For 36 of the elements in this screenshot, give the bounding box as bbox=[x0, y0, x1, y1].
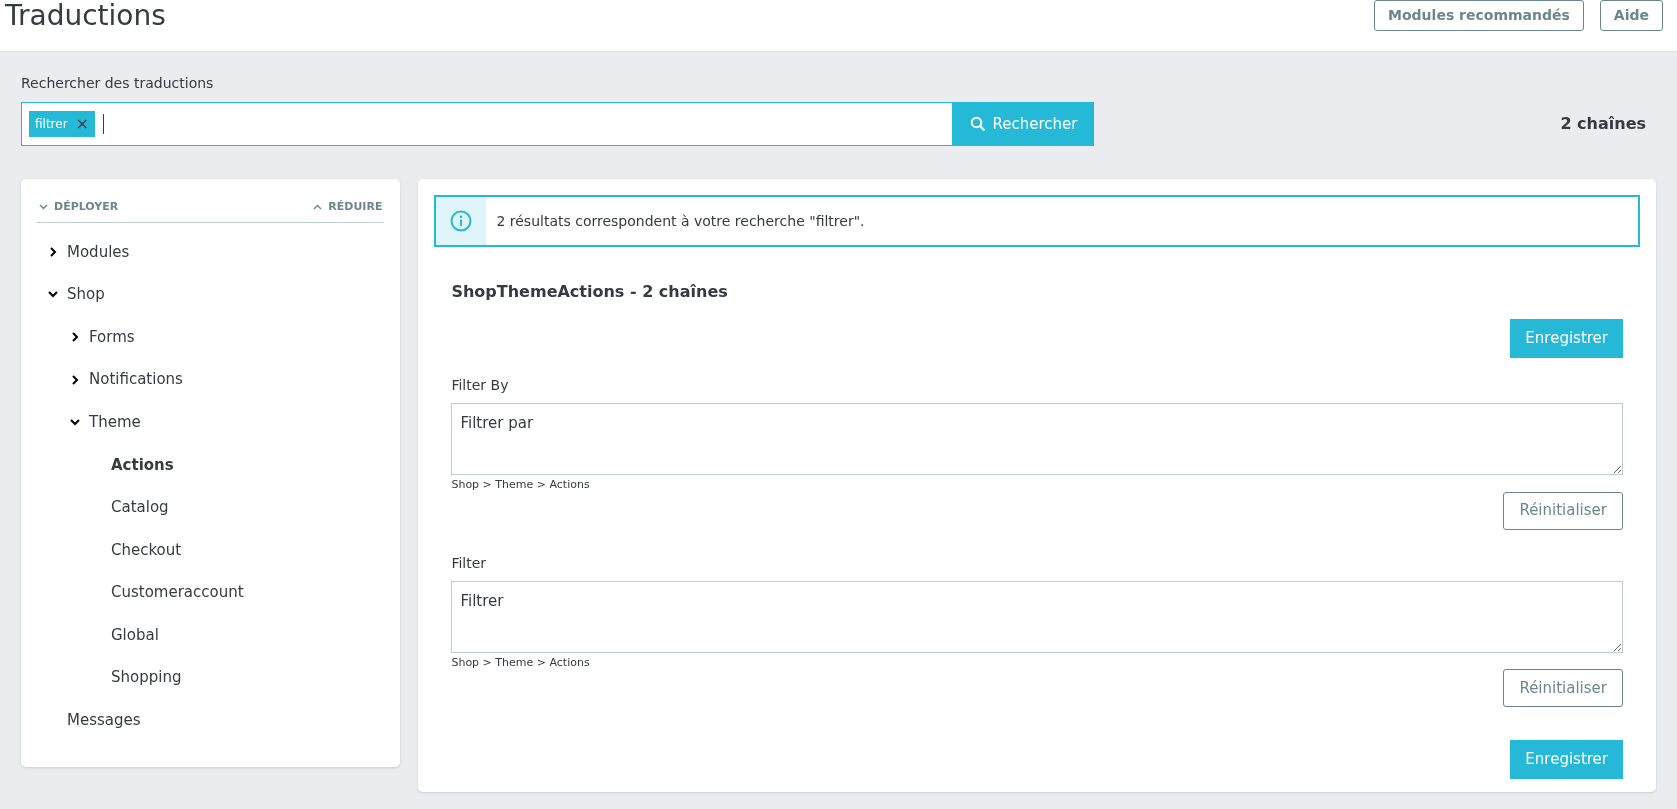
section-title: ShopThemeActions - 2 chaînes bbox=[451, 281, 729, 303]
tree-item[interactable]: Notifications bbox=[89, 368, 183, 391]
expand-all-button[interactable]: DÉPLOYER bbox=[39, 199, 119, 216]
tree-item[interactable]: Forms bbox=[89, 325, 135, 349]
translation-field[interactable]: Filtrer par bbox=[451, 403, 1623, 475]
chevron-up-icon bbox=[313, 204, 323, 211]
tag-remove-button[interactable]: × bbox=[75, 116, 89, 132]
tree-item[interactable]: Shop bbox=[67, 283, 105, 306]
search-icon bbox=[969, 116, 986, 132]
search-label: Rechercher des traductions bbox=[21, 74, 215, 93]
source-text: Filter bbox=[451, 553, 488, 573]
string-count: 2 chaînes bbox=[1560, 113, 1647, 135]
tree-item[interactable]: Actions bbox=[111, 453, 174, 476]
tree-item[interactable]: Checkout bbox=[111, 538, 182, 562]
tree-item[interactable]: Theme bbox=[89, 410, 141, 434]
tree-item[interactable]: Catalog bbox=[111, 496, 169, 519]
tree-item[interactable]: Shopping bbox=[111, 666, 182, 689]
page-title: Traductions bbox=[4, 0, 166, 32]
info-icon bbox=[450, 210, 473, 232]
tree-item[interactable]: Modules bbox=[67, 240, 130, 264]
source-text: Filter By bbox=[451, 376, 510, 395]
tree-item[interactable]: Global bbox=[111, 623, 159, 647]
header-button[interactable]: Modules recommandés bbox=[1374, 0, 1584, 31]
info-message: 2 résultats correspondent à votre recherche "filtrer". bbox=[495, 211, 865, 231]
tree-item[interactable]: Customeraccount bbox=[111, 581, 244, 604]
breadcrumb-path: Shop > Theme > Actions bbox=[451, 654, 591, 671]
reset-button[interactable]: Réinitialiser bbox=[1503, 669, 1623, 707]
chevron-down-icon bbox=[39, 204, 48, 211]
search-field[interactable]: filtrer × bbox=[21, 102, 953, 146]
tag-label: filtrer bbox=[35, 116, 68, 133]
breadcrumb-path: Shop > Theme > Actions bbox=[451, 477, 591, 493]
tree-item[interactable]: Messages bbox=[67, 709, 141, 732]
reset-button[interactable]: Réinitialiser bbox=[1503, 491, 1623, 530]
collapse-all-button[interactable]: RÉDUIRE bbox=[313, 199, 383, 216]
translation-field[interactable]: Filtrer bbox=[451, 580, 1623, 653]
header-button[interactable]: Aide bbox=[1599, 0, 1663, 31]
